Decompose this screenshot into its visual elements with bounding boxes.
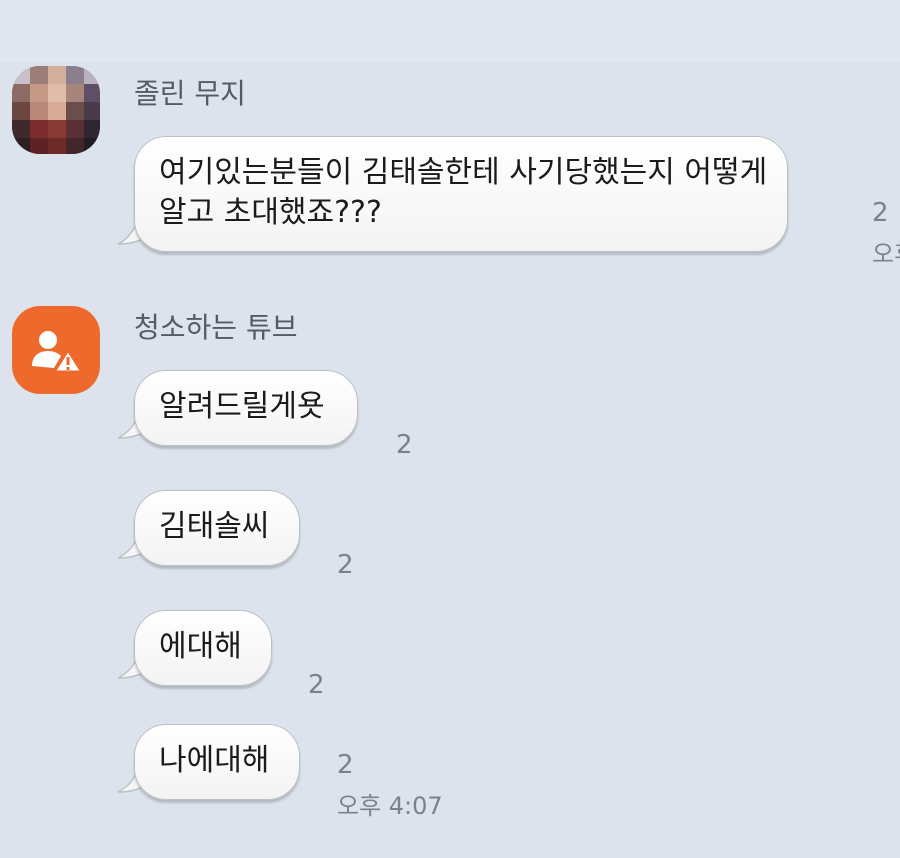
message-text-line: 나에대해 xyxy=(159,743,270,778)
user-warning-icon xyxy=(32,331,84,374)
message-bubble[interactable]: 나에대해 xyxy=(134,724,300,800)
unread-count: 2 xyxy=(872,198,889,228)
message-text-line: 알려드릴게욧 xyxy=(159,389,325,424)
unread-count: 2 xyxy=(396,430,413,460)
unread-count: 2 xyxy=(308,670,325,700)
message-text-line: 김태솔씨 xyxy=(159,509,270,544)
message-bubble[interactable]: 알려드릴게욧 xyxy=(134,370,358,446)
message-text-line: 알고 초대했죠??? xyxy=(159,195,382,230)
profile-avatar[interactable] xyxy=(12,306,100,394)
message-bubble[interactable]: 에대해 xyxy=(134,610,272,686)
sender-name: 졸린 무지 xyxy=(134,77,246,110)
unread-count: 2 xyxy=(337,550,354,580)
message-text-line: 여기있는분들이 김태솔한테 사기당했는지 어떻게 xyxy=(159,155,768,190)
message-bubble[interactable]: 김태솔씨 xyxy=(134,490,300,566)
message-bubble[interactable]: 여기있는분들이 김태솔한테 사기당했는지 어떻게 알고 초대했죠??? xyxy=(134,136,788,252)
profile-avatar-pixelated[interactable] xyxy=(12,66,100,154)
top-strip xyxy=(0,0,900,62)
message-text-line: 에대해 xyxy=(159,629,242,664)
unread-count: 2 xyxy=(337,750,354,780)
sender-name: 청소하는 튜브 xyxy=(134,311,298,344)
timestamp: 오후 4:07 xyxy=(337,792,443,820)
timestamp: 오후 xyxy=(872,240,900,268)
